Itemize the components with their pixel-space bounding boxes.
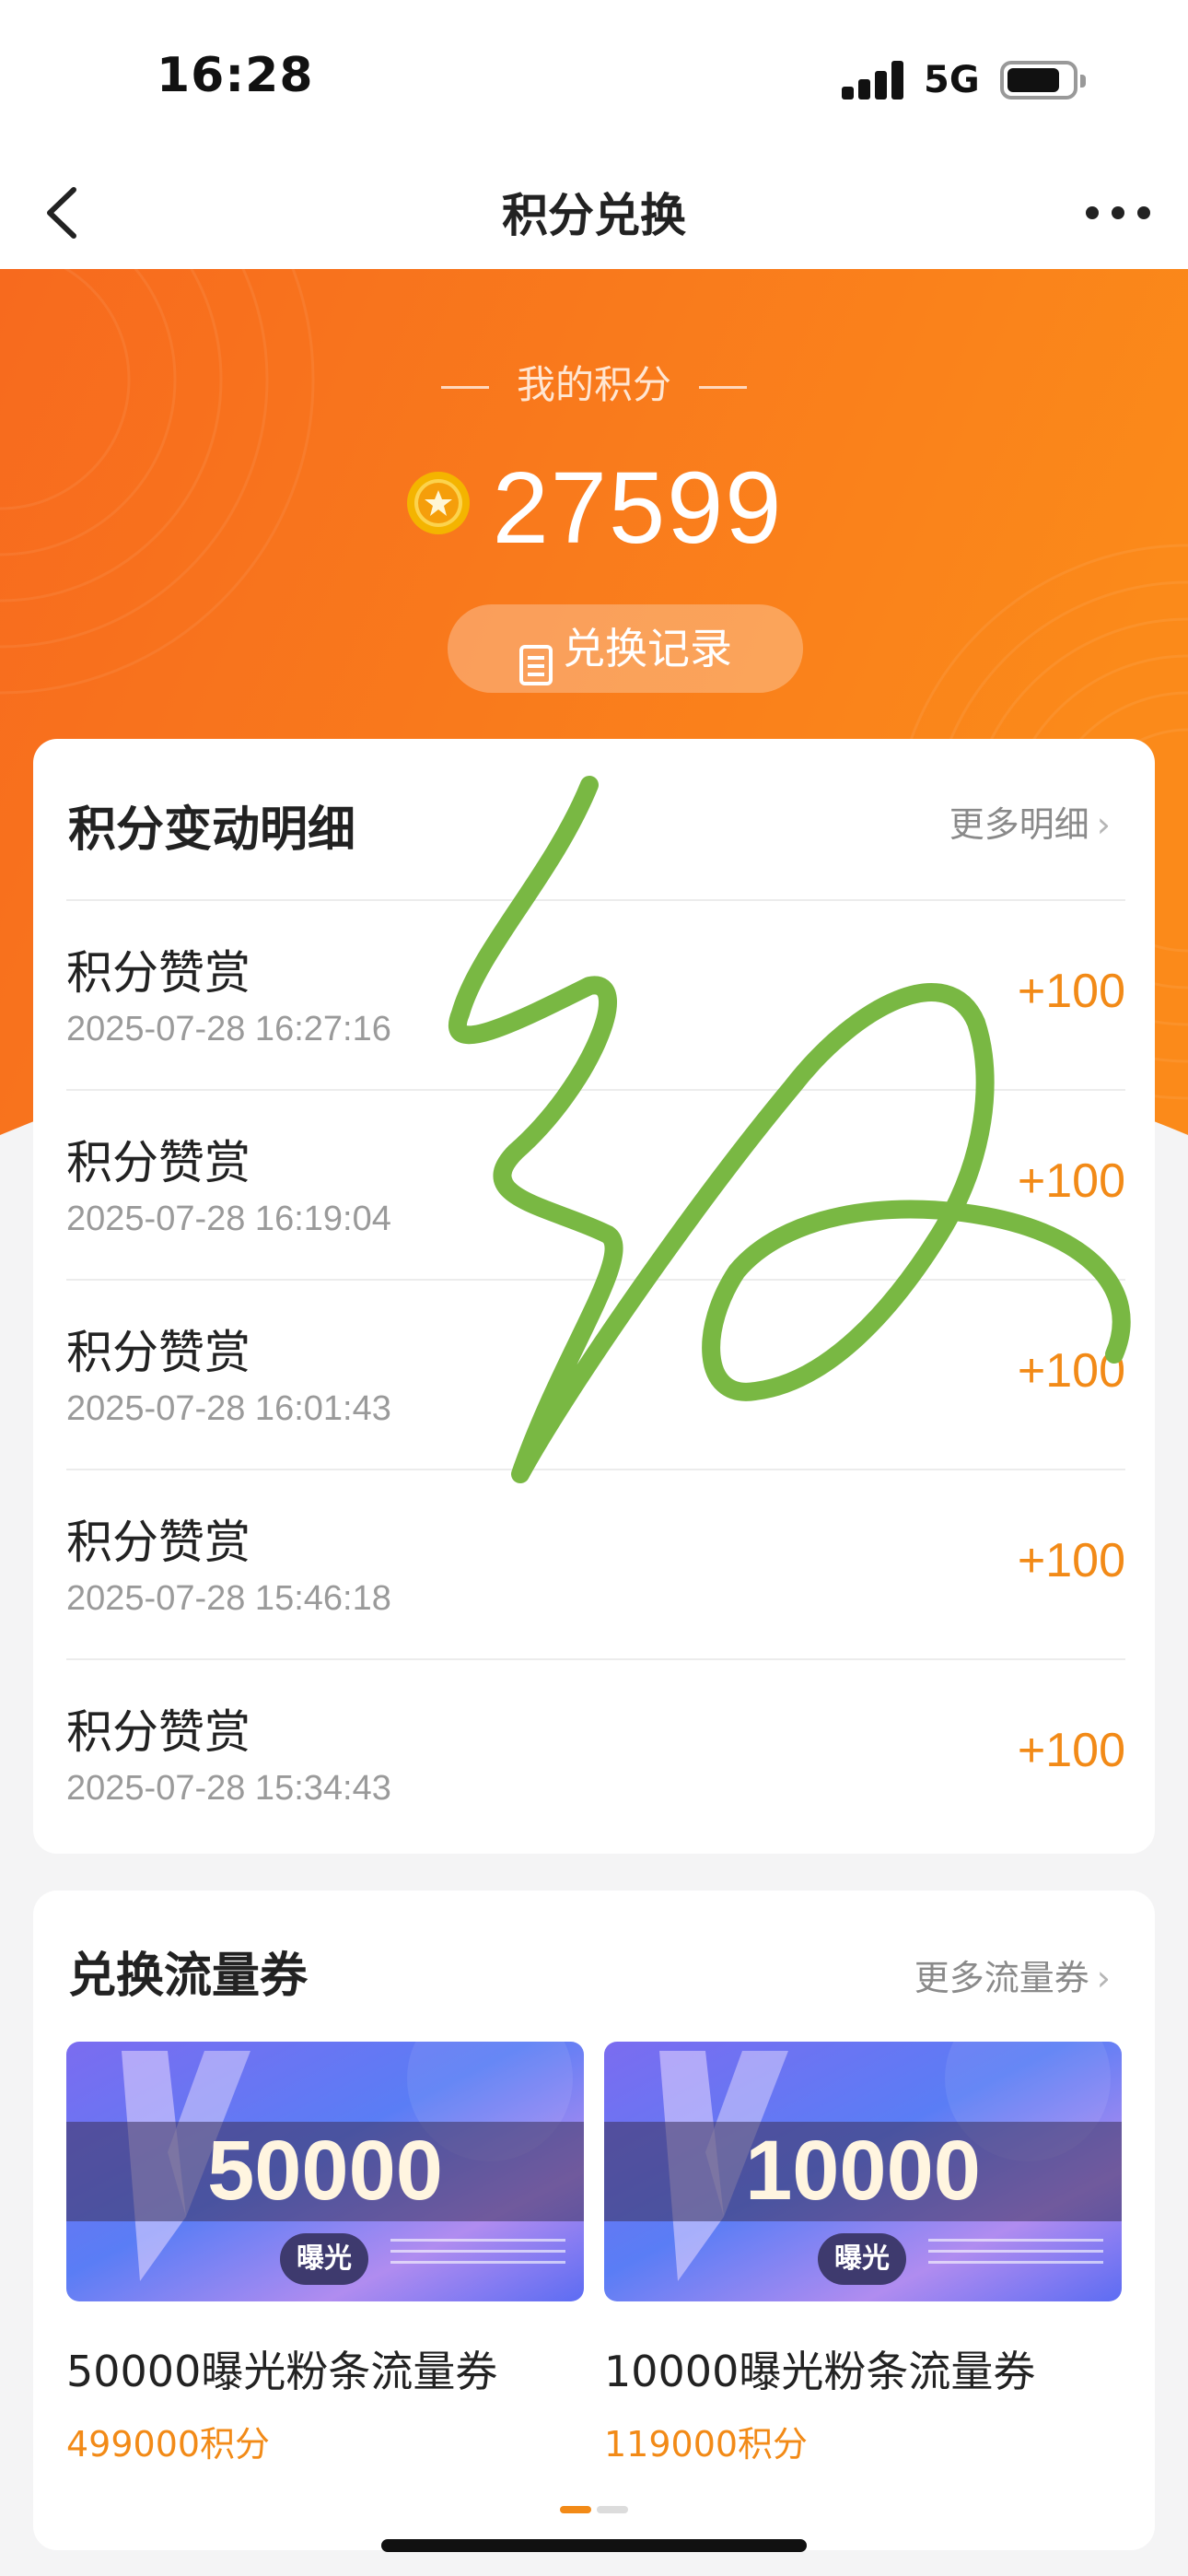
coupon-tag: 曝光 xyxy=(280,2233,368,2285)
record-time: 2025-07-28 15:34:43 xyxy=(66,1769,391,1808)
record-time: 2025-07-28 15:46:18 xyxy=(66,1579,391,1618)
list-item[interactable]: 积分赞赏 2025-07-28 16:19:04 +100 xyxy=(66,1089,1125,1279)
more-coupons-link[interactable]: 更多流量券 › xyxy=(914,1950,1111,2000)
home-indicator xyxy=(381,2539,807,2552)
my-points-label: 我的积分 xyxy=(0,354,1188,410)
carousel-indicator xyxy=(560,2506,630,2513)
coupon-name: 10000曝光粉条流量券 xyxy=(604,2347,1036,2396)
page-title: 积分兑换 xyxy=(502,189,686,242)
coupon-tag: 曝光 xyxy=(818,2233,906,2285)
signal-icon xyxy=(842,61,904,100)
coupon-fine-print xyxy=(390,2239,565,2272)
status-bar: 16:28 5G xyxy=(0,0,1188,157)
exchange-records-button[interactable]: 兑换记录 xyxy=(448,604,803,693)
coupon-image: 10000 曝光 xyxy=(604,2042,1122,2301)
chevron-right-icon: › xyxy=(1096,804,1111,845)
coupon-number: 50000 xyxy=(207,2124,443,2218)
nav-bar: 积分兑换 xyxy=(0,157,1188,269)
chevron-right-icon: › xyxy=(1096,1958,1111,1998)
record-amount: +100 xyxy=(1017,1344,1125,1398)
list-item[interactable]: 积分赞赏 2025-07-28 15:46:18 +100 xyxy=(66,1469,1125,1658)
points-balance: 27599 xyxy=(0,450,1188,567)
document-icon xyxy=(518,627,553,685)
coupon-item[interactable]: 10000 曝光 10000曝光粉条流量券 119000积分 xyxy=(604,2042,1122,2466)
points-detail-card: 积分变动明细 更多明细 › 积分赞赏 2025-07-28 16:27:16 +1… xyxy=(33,739,1155,1854)
coin-star-icon xyxy=(405,470,472,536)
battery-icon xyxy=(1000,61,1086,100)
coupon-fine-print xyxy=(928,2239,1103,2272)
coupon-price: 499000积分 xyxy=(66,2424,271,2465)
coupon-section-title: 兑换流量券 xyxy=(68,1949,309,2004)
exchange-records-label: 兑换记录 xyxy=(563,624,732,673)
record-time: 2025-07-28 16:27:16 xyxy=(66,1010,391,1048)
record-title: 积分赞赏 xyxy=(66,1705,250,1759)
record-amount: +100 xyxy=(1017,1154,1125,1208)
list-item[interactable]: 积分赞赏 2025-07-28 16:27:16 +100 xyxy=(66,899,1125,1089)
coupon-item[interactable]: 50000 曝光 50000曝光粉条流量券 499000积分 xyxy=(66,2042,584,2466)
points-value: 27599 xyxy=(492,451,784,565)
record-title: 积分赞赏 xyxy=(66,1516,250,1569)
record-amount: +100 xyxy=(1017,1724,1125,1777)
points-detail-title: 积分变动明细 xyxy=(68,802,356,858)
list-item[interactable]: 积分赞赏 2025-07-28 15:34:43 +100 xyxy=(66,1658,1125,1848)
coupon-price: 119000积分 xyxy=(604,2424,809,2465)
coupon-name: 50000曝光粉条流量券 xyxy=(66,2347,498,2396)
status-time: 16:28 xyxy=(157,48,314,103)
network-label: 5G xyxy=(924,59,980,101)
record-title: 积分赞赏 xyxy=(66,1326,250,1379)
record-time: 2025-07-28 16:01:43 xyxy=(66,1389,391,1428)
traffic-coupon-card: 兑换流量券 更多流量券 › 50000 曝光 50000曝光粉条流量券 4990… xyxy=(33,1891,1155,2550)
coupon-number: 10000 xyxy=(745,2124,981,2218)
record-title: 积分赞赏 xyxy=(66,1136,250,1189)
record-time: 2025-07-28 16:19:04 xyxy=(66,1200,391,1238)
record-amount: +100 xyxy=(1017,965,1125,1018)
more-details-link[interactable]: 更多明细 › xyxy=(949,796,1111,847)
record-amount: +100 xyxy=(1017,1534,1125,1587)
points-record-list: 积分赞赏 2025-07-28 16:27:16 +100 积分赞赏 2025-… xyxy=(66,899,1125,1848)
more-dots-icon[interactable] xyxy=(1083,190,1153,236)
coupon-image: 50000 曝光 xyxy=(66,2042,584,2301)
list-item[interactable]: 积分赞赏 2025-07-28 16:01:43 +100 xyxy=(66,1279,1125,1469)
record-title: 积分赞赏 xyxy=(66,946,250,1000)
